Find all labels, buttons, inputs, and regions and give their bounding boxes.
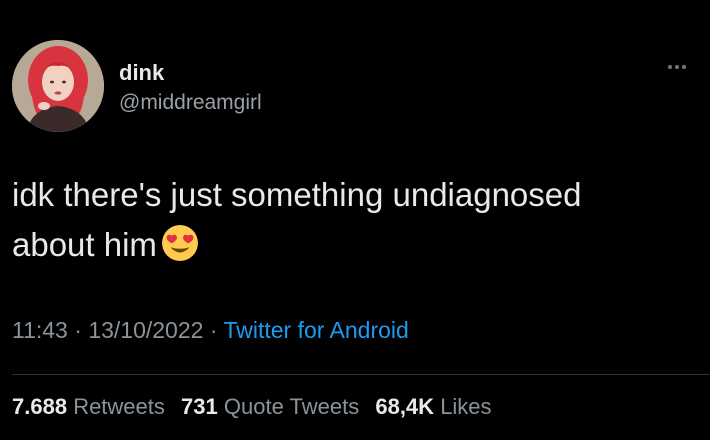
profile-photo-icon [12,40,104,132]
tweet-text-line-2: about him [12,220,702,270]
retweets-count: 7.688 [12,394,68,419]
more-options-icon[interactable] [668,60,698,74]
retweets-label: Retweets [73,394,165,419]
tweet-text-line: about him [12,226,157,263]
tweet-date[interactable]: 13/10/2022 [88,317,203,343]
quote-tweets-label: Quote Tweets [223,394,360,419]
avatar[interactable] [12,40,104,132]
tweet-time[interactable]: 11:43 [12,317,68,343]
dot [682,65,686,69]
likes-stat[interactable]: 68,4K Likes [375,394,491,419]
tweet-card: dink @middreamgirl idk there's just some… [0,0,710,440]
separator: · [67,317,89,343]
tweet-text-line: idk there's just something undiagnosed [12,176,582,213]
display-name[interactable]: dink [119,60,164,86]
separator: · [203,317,224,343]
tweet-metadata: 11:43 · 13/10/2022 · Twitter for Android [12,317,409,344]
tweet-stats: 7.688 Retweets 731 Quote Tweets 68,4K Li… [12,394,502,420]
retweets-stat[interactable]: 7.688 Retweets [12,394,165,419]
dot [675,65,679,69]
user-handle[interactable]: @middreamgirl [119,91,262,115]
tweet-source-link[interactable]: Twitter for Android [223,317,408,343]
quote-tweets-count: 731 [181,394,218,419]
tweet-text: idk there's just something undiagnosed a… [12,170,702,270]
divider [12,374,710,375]
heart-eyes-emoji-icon [161,224,199,262]
likes-count: 68,4K [375,394,435,419]
quote-tweets-stat[interactable]: 731 Quote Tweets [181,394,359,419]
likes-label: Likes [440,394,492,419]
dot [668,65,672,69]
